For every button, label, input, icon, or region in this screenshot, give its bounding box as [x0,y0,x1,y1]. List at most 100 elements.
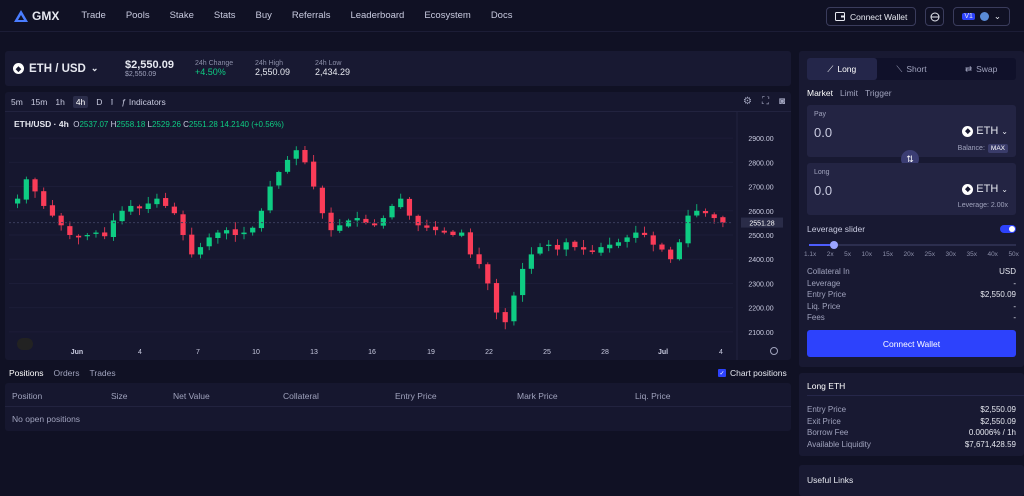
settings-gear-icon[interactable]: ⚙ [743,96,752,107]
function-icon: ƒ [121,96,126,107]
tab-swap[interactable]: ⇄ Swap [946,58,1016,80]
order-type-trigger[interactable]: Trigger [865,88,892,98]
trade-box: ⟋ Long ⟍ Short ⇄ Swap Market Limit Trigg… [799,51,1024,367]
nav-link-docs[interactable]: Docs [491,10,513,21]
candle-body [546,244,552,246]
interval-d[interactable]: D [96,97,102,107]
interval-4h[interactable]: 4h [72,95,89,108]
nav-link-referrals[interactable]: Referrals [292,10,331,21]
nav-link-trade[interactable]: Trade [81,10,105,21]
leverage-tick[interactable]: 50x [1008,251,1018,258]
eth-icon: ◆ [13,63,24,74]
long-eth-row: Exit Price $2,550.09 [807,417,1016,426]
max-button[interactable]: MAX [987,144,1008,153]
price-chart[interactable]: 2900.00 2800.00 2700.00 2600.00 2500.00 2400.… [5,112,791,360]
candle-body [328,212,334,231]
leverage-slider-handle[interactable] [829,241,838,249]
positions-table: Position Size Net Value Collateral Entry… [5,383,791,431]
candle-style-icon[interactable]: ⫾ [110,96,113,107]
candle-body [223,230,230,234]
interval-1h[interactable]: 1h [55,97,64,107]
connect-wallet-button[interactable]: Connect Wallet [807,330,1016,357]
candle-body [189,234,195,255]
info-value: $7,671,428.59 [964,439,1016,449]
current-price-small: $2,550.09 [125,71,157,78]
tab-orders[interactable]: Orders [54,368,80,378]
fullscreen-icon[interactable]: ⛶ [762,96,769,107]
leverage-tick[interactable]: 10x [862,251,872,258]
leverage-tick[interactable]: 40x [987,251,997,258]
col-net-value: Net Value [173,391,210,401]
network-selector[interactable]: V1 ⌄ [953,7,1010,26]
pay-amount-input[interactable]: 0.0 [814,125,832,140]
balance-row: Balance: MAX [958,144,1008,153]
candle-body [197,247,204,255]
x-tick-label: 28 [601,349,609,356]
chart-positions-toggle[interactable]: ✓ Chart positions [718,368,787,378]
tab-short[interactable]: ⟍ Short [877,58,947,80]
nav-link-buy[interactable]: Buy [256,10,272,21]
leverage-tick[interactable]: 20x [904,251,914,258]
info-row: Leverage - [807,279,1016,288]
pay-token-selector[interactable]: ◆ ETH ⌄ [962,125,1008,137]
nav-link-ecosystem[interactable]: Ecosystem [424,10,470,21]
useful-links-panel: Useful Links [799,465,1024,496]
current-price: $2,550.09 [125,59,174,71]
connect-wallet-nav-button[interactable]: Connect Wallet [825,7,917,26]
info-value: 0.0006% / 1h [968,428,1016,437]
useful-links-title: Useful Links [807,475,854,485]
info-row: Fees - [807,313,1016,322]
interval-5m[interactable]: 5m [11,97,23,107]
long-amount-input[interactable]: 0.0 [814,183,832,198]
tab-trades[interactable]: Trades [89,368,115,378]
interval-15m[interactable]: 15m [31,97,48,107]
order-type-limit[interactable]: Limit [840,88,858,98]
leverage-tick[interactable]: 35x [966,251,976,258]
candle-body [485,264,491,284]
connect-wallet-nav-label: Connect Wallet [849,11,908,22]
candle-body [75,235,82,238]
network-icon [979,12,989,21]
leverage-toggle[interactable] [1000,225,1016,233]
leverage-tick[interactable]: 30x [945,251,955,258]
stat-24h-change: 24h Change +4.50% [195,60,255,77]
nav-link-stake[interactable]: Stake [170,10,194,21]
pair-selector[interactable]: ◆ ETH / USD ⌄ [13,63,125,75]
leverage-tick[interactable]: 1.1x [804,251,816,258]
candle-body [668,249,674,260]
candle-body [15,198,21,204]
col-liq-price: Liq. Price [635,391,671,401]
long-token-selector[interactable]: ◆ ETH ⌄ [962,183,1008,195]
info-label: Collateral In [807,267,850,276]
col-position: Position [12,391,43,401]
indicators-button[interactable]: ƒ Indicators [121,97,166,107]
tab-positions[interactable]: Positions [9,368,44,378]
nav-link-stats[interactable]: Stats [214,10,236,21]
leverage-tick[interactable]: 2x [827,251,834,258]
gmx-logo[interactable]: GMX [14,9,59,23]
leverage-tick[interactable]: 15x [883,251,893,258]
language-button[interactable] [925,7,945,26]
candle-body [554,244,561,250]
x-tick-label: 10 [252,349,260,356]
leverage-tick[interactable]: 25x [925,251,935,258]
stat-24h-low: 24h Low 2,434.29 [315,60,375,77]
chart-positions-label: Chart positions [730,368,787,378]
nav-link-pools[interactable]: Pools [126,10,150,21]
y-tick-label: 2500.00 [748,233,773,240]
x-tick-label: 4 [719,349,723,356]
camera-icon[interactable]: ◙ [779,96,785,107]
info-label: Exit Price [807,416,841,426]
info-value: $2,550.09 [980,416,1016,426]
info-label: Available Liquidity [807,439,871,449]
leverage-slider[interactable] [809,241,1016,249]
nav-link-leaderboard[interactable]: Leaderboard [350,10,404,21]
tab-long[interactable]: ⟋ Long [807,58,877,80]
order-type-market[interactable]: Market [807,88,833,98]
candle-body [67,226,73,235]
candle-body [537,247,543,254]
candle-body [493,283,500,313]
leverage-slider-row: Leverage slider [807,224,1016,234]
leverage-tick[interactable]: 5x [844,251,851,258]
candle-body [476,254,482,265]
